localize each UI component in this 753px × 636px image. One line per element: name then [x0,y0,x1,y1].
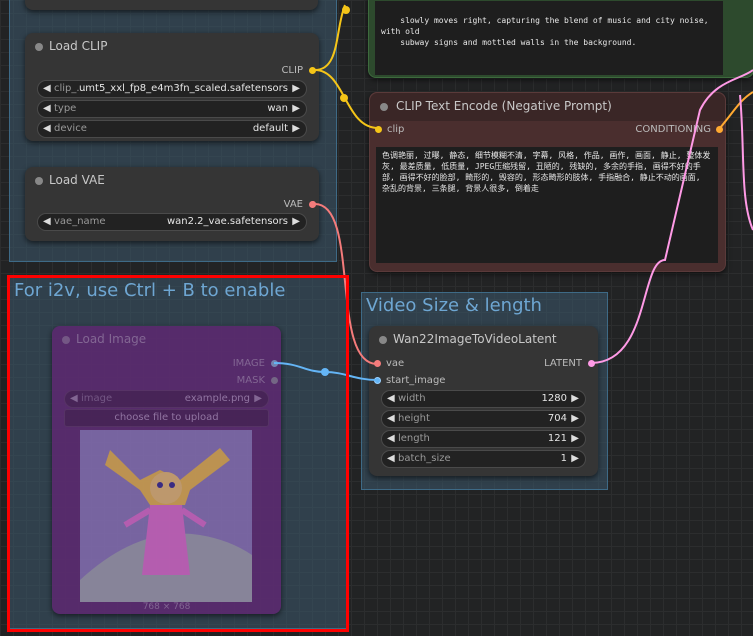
clip-reroute-dot [342,6,350,14]
clip-reroute-dot [340,94,348,102]
right-wire [739,94,753,231]
latent-wire [590,69,753,364]
highlight-box [7,275,349,632]
conditioning-wire [719,91,753,129]
vae-pin-marker [310,201,316,207]
clip-wire-up [314,4,346,71]
